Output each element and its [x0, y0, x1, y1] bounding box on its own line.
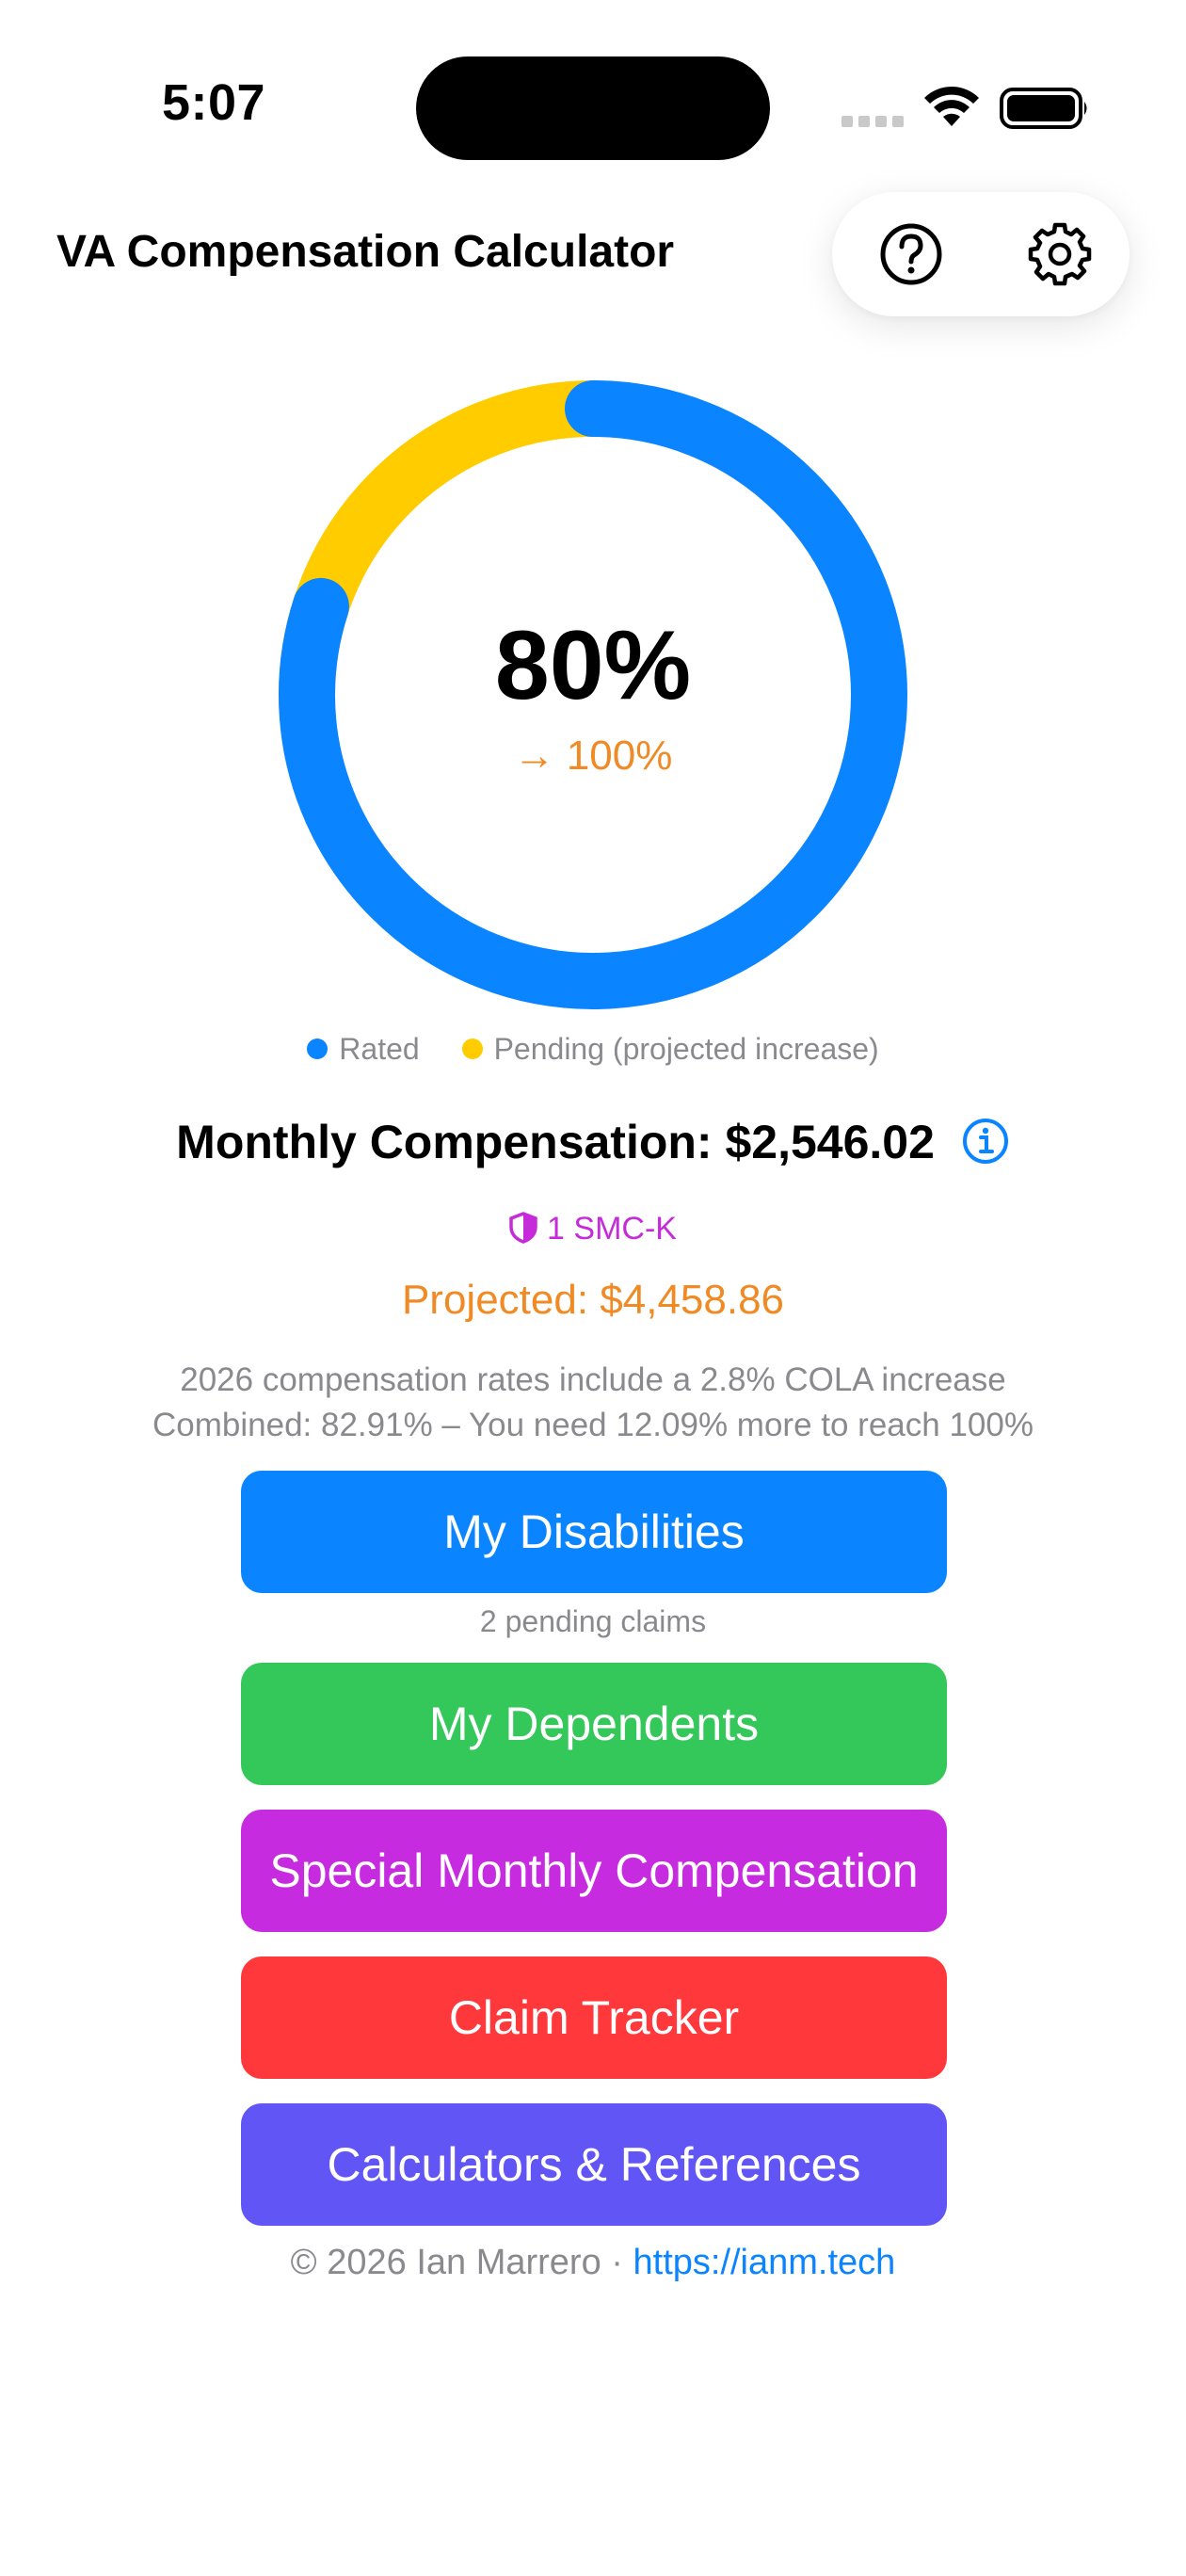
legend-pending-label: Pending (projected increase) — [493, 1032, 879, 1066]
page-title: VA Compensation Calculator — [56, 227, 675, 277]
cellular-signal-icon — [841, 115, 909, 132]
question-circle-icon — [880, 223, 942, 285]
current-rating: 80% — [494, 611, 692, 720]
monthly-compensation-text: Monthly Compensation: $2,546.02 — [176, 1116, 935, 1168]
status-time: 5:07 — [162, 74, 266, 131]
monthly-compensation: Monthly Compensation: $2,546.02 — [0, 1115, 1186, 1170]
legend-rated-label: Rated — [339, 1032, 420, 1066]
calculators-references-button[interactable]: Calculators & References — [241, 2103, 947, 2226]
smc-label: 1 SMC-K — [547, 1211, 677, 1247]
my-dependents-button[interactable]: My Dependents — [241, 1663, 947, 1785]
help-button[interactable] — [877, 220, 945, 288]
projected-rating: → 100% — [513, 733, 673, 779]
my-disabilities-button[interactable]: My Disabilities — [241, 1471, 947, 1593]
wifi-icon — [924, 86, 979, 126]
rated-dot-icon — [307, 1038, 329, 1059]
cola-note: 2026 compensation rates include a 2.8% C… — [180, 1361, 1006, 1398]
pending-dot-icon — [461, 1038, 483, 1059]
legend-pending: Pending (projected increase) — [461, 1032, 879, 1066]
claim-tracker-button[interactable]: Claim Tracker — [241, 1956, 947, 2079]
copyright-text: © 2026 Ian Marrero · — [290, 2243, 633, 2282]
battery-icon — [1000, 88, 1087, 129]
toolbar — [832, 192, 1130, 316]
info-icon[interactable] — [961, 1117, 1010, 1166]
website-link[interactable]: https://ianm.tech — [633, 2243, 896, 2282]
special-monthly-compensation-button[interactable]: Special Monthly Compensation — [241, 1810, 947, 1932]
combined-note: Combined: 82.91% – You need 12.09% more … — [152, 1407, 1034, 1443]
gear-icon — [1028, 222, 1092, 286]
settings-button[interactable] — [1026, 220, 1094, 288]
footer: © 2026 Ian Marrero · https://ianm.tech — [0, 2243, 1186, 2283]
pending-claims-label: 2 pending claims — [479, 1604, 707, 1638]
dynamic-island — [416, 56, 770, 160]
projected-compensation: Projected: $4,458.86 — [401, 1277, 785, 1323]
chart-legend: Rated Pending (projected increase) — [0, 1032, 1186, 1067]
shield-icon — [509, 1212, 537, 1244]
legend-rated: Rated — [307, 1032, 427, 1066]
smc-badge: 1 SMC-K — [0, 1211, 1186, 1248]
